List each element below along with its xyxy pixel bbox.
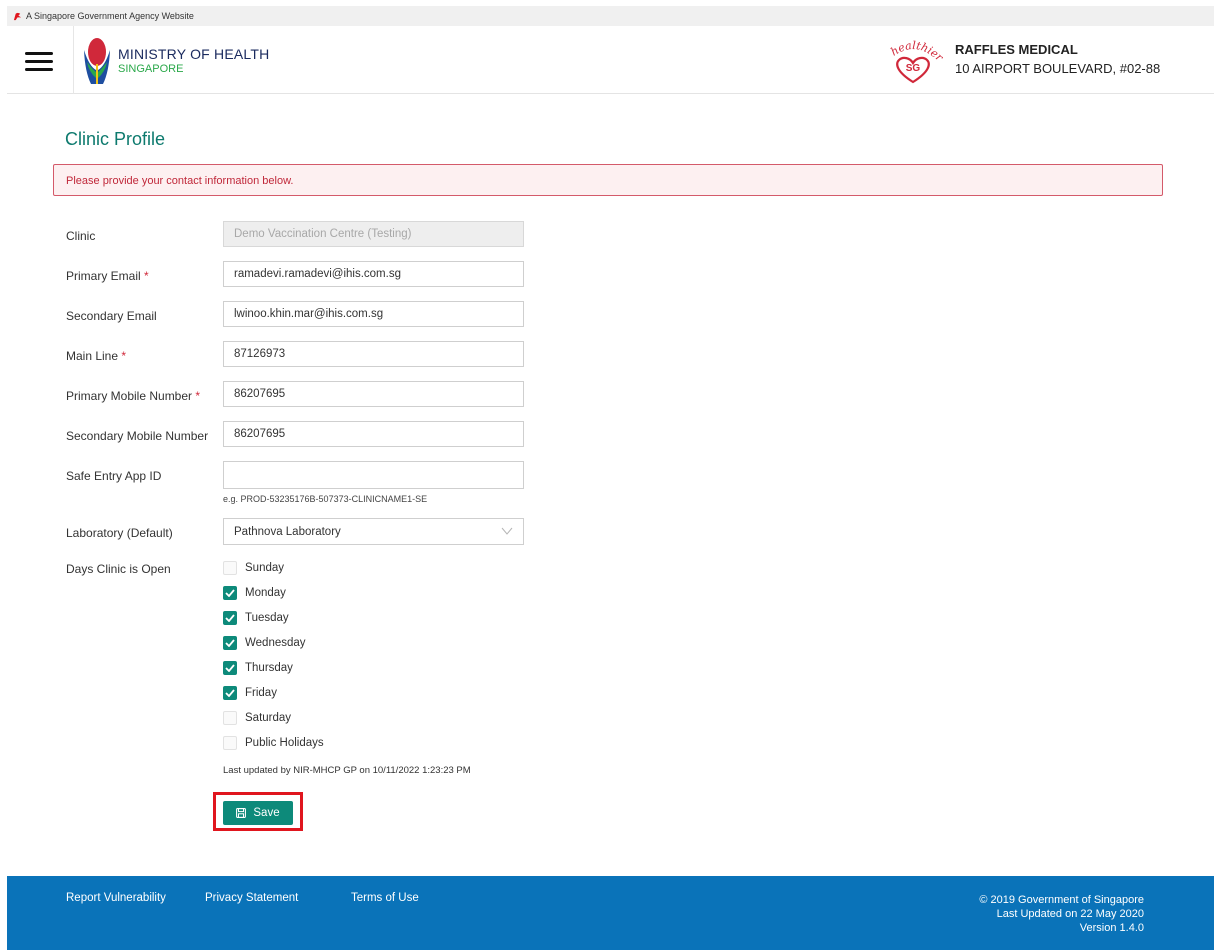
header: MINISTRY OF HEALTH SINGAPORE healthier S…: [7, 26, 1214, 94]
checkbox-checked-icon: [223, 636, 237, 650]
day-checkbox-wednesday[interactable]: Wednesday: [223, 635, 306, 651]
footer-link-terms-of-use[interactable]: Terms of Use: [351, 892, 419, 904]
healthier-sg-logo-icon: healthier SG: [888, 39, 943, 84]
secondary-mobile-field[interactable]: [223, 421, 524, 447]
moh-logo-icon: [84, 38, 110, 84]
footer: Report Vulnerability Privacy Statement T…: [7, 876, 1214, 950]
day-checkbox-sunday[interactable]: Sunday: [223, 560, 284, 576]
safe-entry-label: Safe Entry App ID: [66, 469, 162, 483]
clinic-label: Clinic: [66, 229, 96, 243]
footer-link-report-vulnerability[interactable]: Report Vulnerability: [66, 892, 166, 904]
laboratory-label: Laboratory (Default): [66, 526, 173, 540]
save-button-label: Save: [253, 807, 280, 819]
day-checkbox-tuesday[interactable]: Tuesday: [223, 610, 289, 626]
secondary-email-label: Secondary Email: [66, 309, 157, 323]
moh-wordmark: MINISTRY OF HEALTH SINGAPORE: [118, 46, 269, 75]
required-marker: *: [195, 389, 201, 403]
header-divider: [73, 26, 74, 94]
primary-mobile-field[interactable]: [223, 381, 524, 407]
footer-copyright: © 2019 Government of Singapore: [979, 894, 1144, 906]
safe-entry-field[interactable]: [223, 461, 524, 489]
footer-version: Version 1.4.0: [1079, 922, 1144, 934]
ministry-title: MINISTRY OF HEALTH: [118, 46, 270, 62]
day-checkbox-public-holidays[interactable]: Public Holidays: [223, 735, 324, 751]
checkbox-checked-icon: [223, 686, 237, 700]
page: A Singapore Government Agency Website MI…: [0, 0, 1214, 950]
checkbox-unchecked-icon: [223, 711, 237, 725]
laboratory-select[interactable]: Pathnova Laboratory: [223, 518, 524, 545]
clinic-address: 10 AIRPORT BOULEVARD, #02-88: [955, 61, 1161, 76]
last-updated-text: Last updated by NIR-MHCP GP on 10/11/202…: [223, 765, 471, 776]
main-line-label: Main Line *: [66, 349, 127, 363]
chevron-down-icon: [501, 527, 513, 535]
ministry-subtitle: SINGAPORE: [118, 63, 184, 75]
footer-last-updated: Last Updated on 22 May 2020: [996, 908, 1144, 920]
secondary-email-field[interactable]: [223, 301, 524, 327]
checkbox-checked-icon: [223, 661, 237, 675]
page-title: Clinic Profile: [65, 129, 166, 149]
clinic-name: RAFFLES MEDICAL: [955, 42, 1078, 57]
gov-banner-text: A Singapore Government Agency Website: [26, 11, 194, 21]
required-marker: *: [144, 269, 149, 283]
safe-entry-hint: e.g. PROD-53235176B-507373-CLINICNAME1-S…: [223, 494, 428, 504]
checkbox-unchecked-icon: [223, 561, 237, 575]
footer-link-privacy-statement[interactable]: Privacy Statement: [205, 892, 298, 904]
day-checkbox-friday[interactable]: Friday: [223, 685, 277, 701]
alert-banner: Please provide your contact information …: [53, 164, 1163, 196]
secondary-mobile-label: Secondary Mobile Number: [66, 429, 209, 443]
checkbox-checked-icon: [223, 611, 237, 625]
save-icon: [236, 808, 247, 818]
alert-message: Please provide your contact information …: [66, 175, 294, 187]
primary-email-field[interactable]: [223, 261, 524, 287]
checkbox-checked-icon: [223, 586, 237, 600]
gov-banner: A Singapore Government Agency Website: [7, 6, 1214, 26]
required-marker: *: [121, 349, 127, 363]
days-open-label: Days Clinic is Open: [66, 562, 171, 576]
day-checkbox-monday[interactable]: Monday: [223, 585, 286, 601]
singapore-lion-icon: [13, 12, 22, 20]
sg-text: SG: [906, 63, 921, 74]
clinic-field: [223, 221, 524, 247]
primary-email-label: Primary Email *: [66, 269, 149, 283]
save-button[interactable]: Save: [223, 801, 293, 825]
laboratory-selected-value: Pathnova Laboratory: [234, 526, 341, 538]
day-checkbox-thursday[interactable]: Thursday: [223, 660, 293, 676]
checkbox-unchecked-icon: [223, 736, 237, 750]
day-checkbox-saturday[interactable]: Saturday: [223, 710, 291, 726]
primary-mobile-label: Primary Mobile Number *: [66, 389, 201, 403]
main-line-field[interactable]: [223, 341, 524, 367]
menu-icon[interactable]: [25, 52, 55, 72]
